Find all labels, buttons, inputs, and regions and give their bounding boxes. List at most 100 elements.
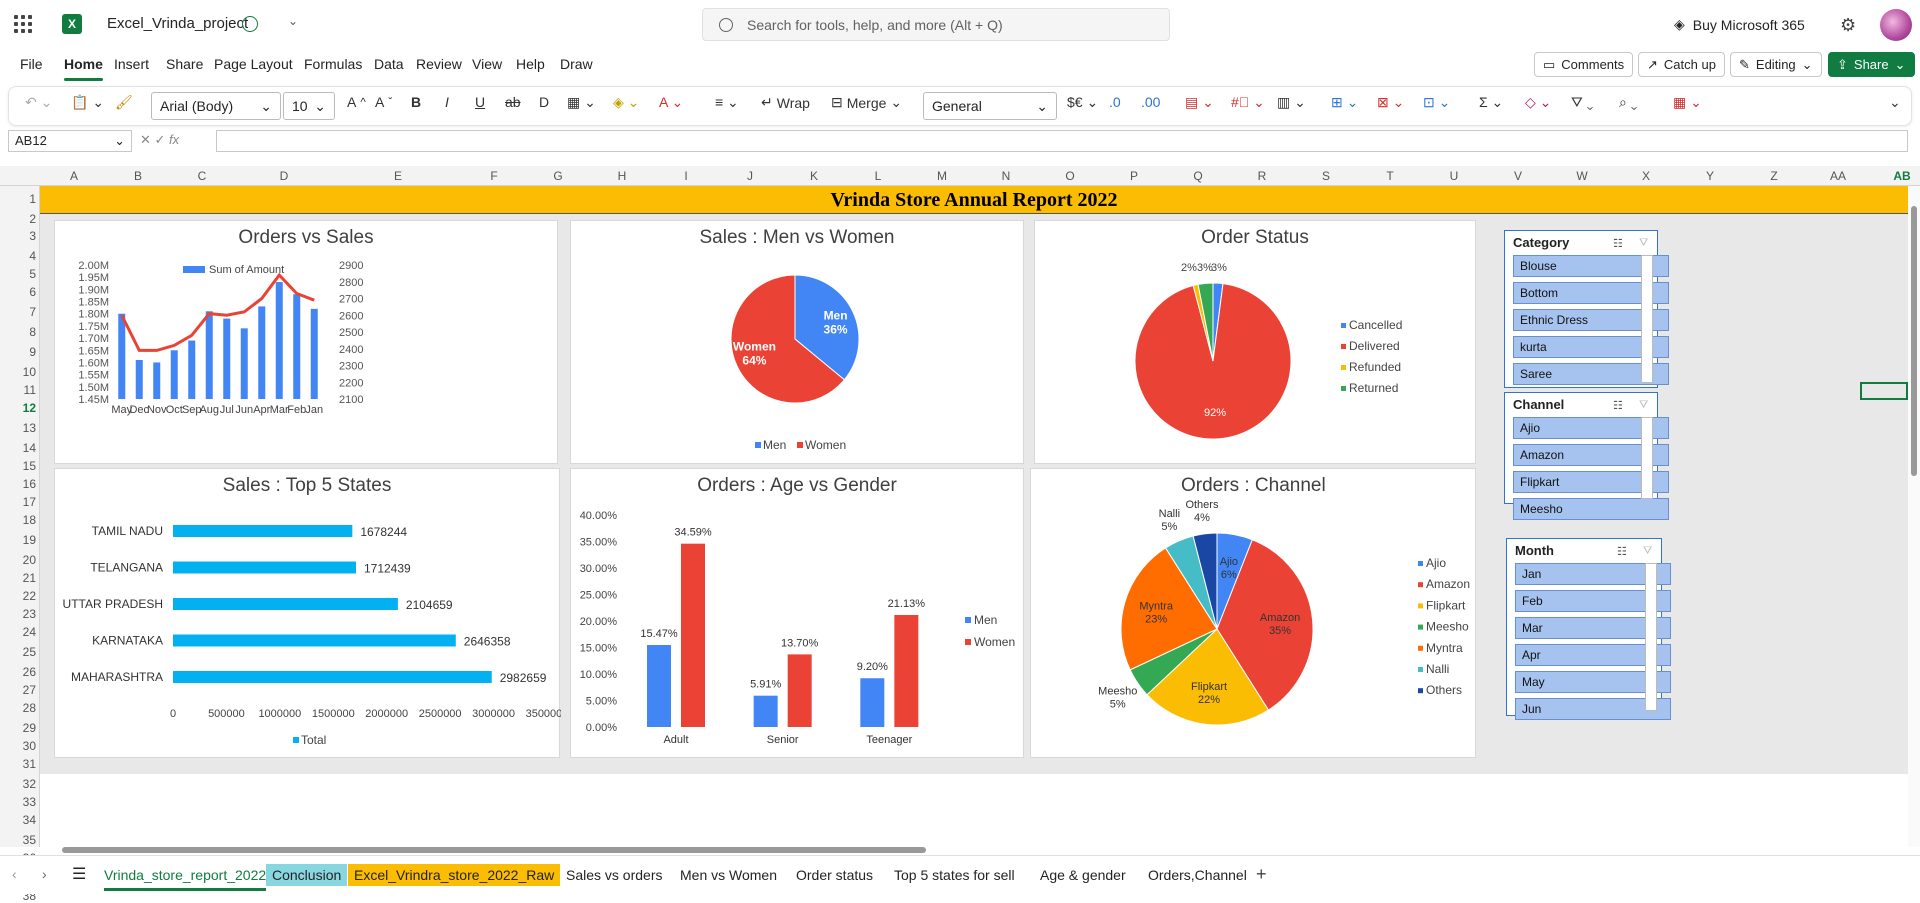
- row-header-35[interactable]: 35: [0, 833, 40, 847]
- menu-data[interactable]: Data: [374, 56, 404, 72]
- vertical-scrollbar[interactable]: [1908, 186, 1920, 847]
- column-header-b[interactable]: B: [106, 169, 170, 183]
- delete-cells-icon[interactable]: ⊠ ⌄: [1377, 94, 1404, 111]
- paste-icon[interactable]: 📋 ⌄: [71, 94, 104, 111]
- row-header-14[interactable]: 14: [0, 441, 40, 455]
- column-header-ab[interactable]: AB: [1870, 169, 1920, 183]
- row-header-27[interactable]: 27: [0, 683, 40, 697]
- row-header-28[interactable]: 28: [0, 701, 40, 715]
- slicer-channel[interactable]: Channel ☷ ⛛ Ajio Amazon Flipkart Meesho: [1504, 392, 1669, 520]
- sheet-tab[interactable]: Order status: [790, 864, 879, 886]
- menu-file[interactable]: File: [20, 56, 43, 72]
- row-header-24[interactable]: 24: [0, 625, 40, 639]
- menu-insert[interactable]: Insert: [114, 56, 149, 72]
- sheet-tab[interactable]: Excel_Vrindra_store_2022_Raw: [348, 864, 561, 886]
- decrease-decimal-icon[interactable]: .00: [1141, 94, 1160, 110]
- active-cell[interactable]: [1860, 382, 1908, 400]
- menu-help[interactable]: Help: [516, 56, 545, 72]
- column-header-z[interactable]: Z: [1742, 169, 1806, 183]
- tab-next-icon[interactable]: ›: [42, 866, 47, 882]
- row-header-12[interactable]: 12: [0, 401, 40, 415]
- increase-decimal-icon[interactable]: .0: [1109, 94, 1121, 110]
- column-header-p[interactable]: P: [1102, 169, 1166, 183]
- slicer-scrollbar[interactable]: [1641, 417, 1653, 499]
- decrease-font-icon[interactable]: Aˇ: [375, 94, 392, 110]
- row-header-15[interactable]: 15: [0, 459, 40, 473]
- slicer-scrollbar[interactable]: [1641, 255, 1653, 383]
- add-sheet-icon[interactable]: +: [1256, 864, 1267, 885]
- row-header-30[interactable]: 30: [0, 739, 40, 753]
- row-header-34[interactable]: 34: [0, 813, 40, 827]
- clear-icon[interactable]: ◇ ⌄: [1525, 94, 1551, 111]
- multi-select-icon[interactable]: ☷: [1613, 399, 1623, 412]
- column-header-i[interactable]: I: [654, 169, 718, 183]
- chart-order-status[interactable]: Order Status 92% 2% 3% 3% Cancelled Delivered…: [1034, 220, 1476, 464]
- row-header-3[interactable]: 3: [0, 229, 40, 243]
- file-name[interactable]: Excel_Vrinda_project: [107, 15, 248, 32]
- chart-orders-channel[interactable]: Ajio 6% Amazon 35% Flipkart 22% Meesho 5% Myntra…: [1030, 468, 1476, 758]
- row-header-29[interactable]: 29: [0, 721, 40, 735]
- add-ins-icon[interactable]: ▦ ⌄: [1673, 94, 1702, 111]
- multi-select-icon[interactable]: ☷: [1617, 545, 1627, 558]
- menu-formulas[interactable]: Formulas: [304, 56, 362, 72]
- column-header-l[interactable]: L: [846, 169, 910, 183]
- row-header-7[interactable]: 7: [0, 305, 40, 319]
- chart-men-vs-women[interactable]: Sales : Men vs Women Men 36% Women 64% Men Wo…: [570, 220, 1024, 464]
- undo-icon[interactable]: ↶ ⌄: [25, 94, 52, 111]
- column-header-k[interactable]: K: [782, 169, 846, 183]
- sheet-tab[interactable]: Sales vs orders: [560, 864, 668, 886]
- clear-filter-icon[interactable]: ⛛: [1639, 237, 1648, 250]
- avatar[interactable]: [1880, 9, 1912, 41]
- tab-prev-icon[interactable]: ‹: [12, 866, 17, 882]
- format-painter-icon[interactable]: 🖌: [115, 94, 133, 111]
- row-header-20[interactable]: 20: [0, 553, 40, 567]
- slicer-month[interactable]: Month ☷ ⛛ Jan Feb Mar Apr May Jun: [1506, 538, 1671, 720]
- column-header-aa[interactable]: AA: [1806, 169, 1870, 183]
- chart-age-vs-gender[interactable]: Orders : Age vs Gender 40.00% 35.00% 30.00…: [570, 468, 1024, 758]
- autosum-icon[interactable]: Σ ⌄: [1479, 94, 1503, 111]
- editing-mode-button[interactable]: ✎ Editing ⌄: [1730, 52, 1822, 77]
- wrap-button[interactable]: ↵ Wrap: [761, 94, 810, 111]
- column-header-c[interactable]: C: [170, 169, 234, 183]
- share-button[interactable]: ⇪ Share ⌄: [1828, 52, 1915, 77]
- cell-styles-icon[interactable]: ▥ ⌄: [1277, 94, 1306, 111]
- formula-input[interactable]: [216, 130, 1908, 152]
- column-header-v[interactable]: V: [1486, 169, 1550, 183]
- menu-view[interactable]: View: [472, 56, 502, 72]
- italic-button[interactable]: I: [445, 94, 449, 110]
- app-launcher-icon[interactable]: [14, 15, 32, 33]
- multi-select-icon[interactable]: ☷: [1613, 237, 1623, 250]
- fx-icon[interactable]: ✕ ✓ fx: [140, 132, 179, 148]
- column-header-y[interactable]: Y: [1678, 169, 1742, 183]
- menu-page-layout[interactable]: Page Layout: [214, 56, 293, 72]
- row-header-25[interactable]: 25: [0, 645, 40, 659]
- chevron-down-icon[interactable]: ⌄: [288, 14, 298, 28]
- column-header-r[interactable]: R: [1230, 169, 1294, 183]
- double-underline-icon[interactable]: D: [539, 94, 549, 110]
- row-header-8[interactable]: 8: [0, 325, 40, 339]
- sheet-tab[interactable]: Age & gender: [1034, 864, 1132, 886]
- name-box[interactable]: AB12 ⌄: [8, 130, 132, 152]
- find-icon[interactable]: ⌕ ⌄: [1619, 94, 1637, 111]
- currency-icon[interactable]: $€ ⌄: [1067, 94, 1098, 111]
- fill-color-icon[interactable]: ◈ ⌄: [613, 94, 639, 111]
- slicer-category[interactable]: Category ☷ ⛛ Blouse Bottom Ethnic Dress kurta S…: [1504, 230, 1669, 388]
- ribbon-expand-icon[interactable]: ⌄: [1889, 94, 1901, 111]
- bold-button[interactable]: B: [411, 94, 421, 110]
- sort-filter-icon[interactable]: ⛛ ⌄: [1571, 94, 1593, 111]
- column-header-g[interactable]: G: [526, 169, 590, 183]
- column-header-j[interactable]: J: [718, 169, 782, 183]
- row-header-10[interactable]: 10: [0, 365, 40, 379]
- column-header-h[interactable]: H: [590, 169, 654, 183]
- row-header-26[interactable]: 26: [0, 665, 40, 679]
- menu-share[interactable]: Share: [166, 56, 203, 72]
- column-header-n[interactable]: N: [974, 169, 1038, 183]
- row-header-13[interactable]: 13: [0, 421, 40, 435]
- column-header-d[interactable]: D: [234, 169, 334, 183]
- horizontal-scrollbar[interactable]: [48, 846, 1908, 854]
- sheet-tab[interactable]: Conclusion: [266, 864, 348, 886]
- increase-font-icon[interactable]: A ^: [347, 94, 366, 110]
- sheet-tab[interactable]: Men vs Women: [674, 864, 783, 886]
- column-header-q[interactable]: Q: [1166, 169, 1230, 183]
- row-header-18[interactable]: 18: [0, 513, 40, 527]
